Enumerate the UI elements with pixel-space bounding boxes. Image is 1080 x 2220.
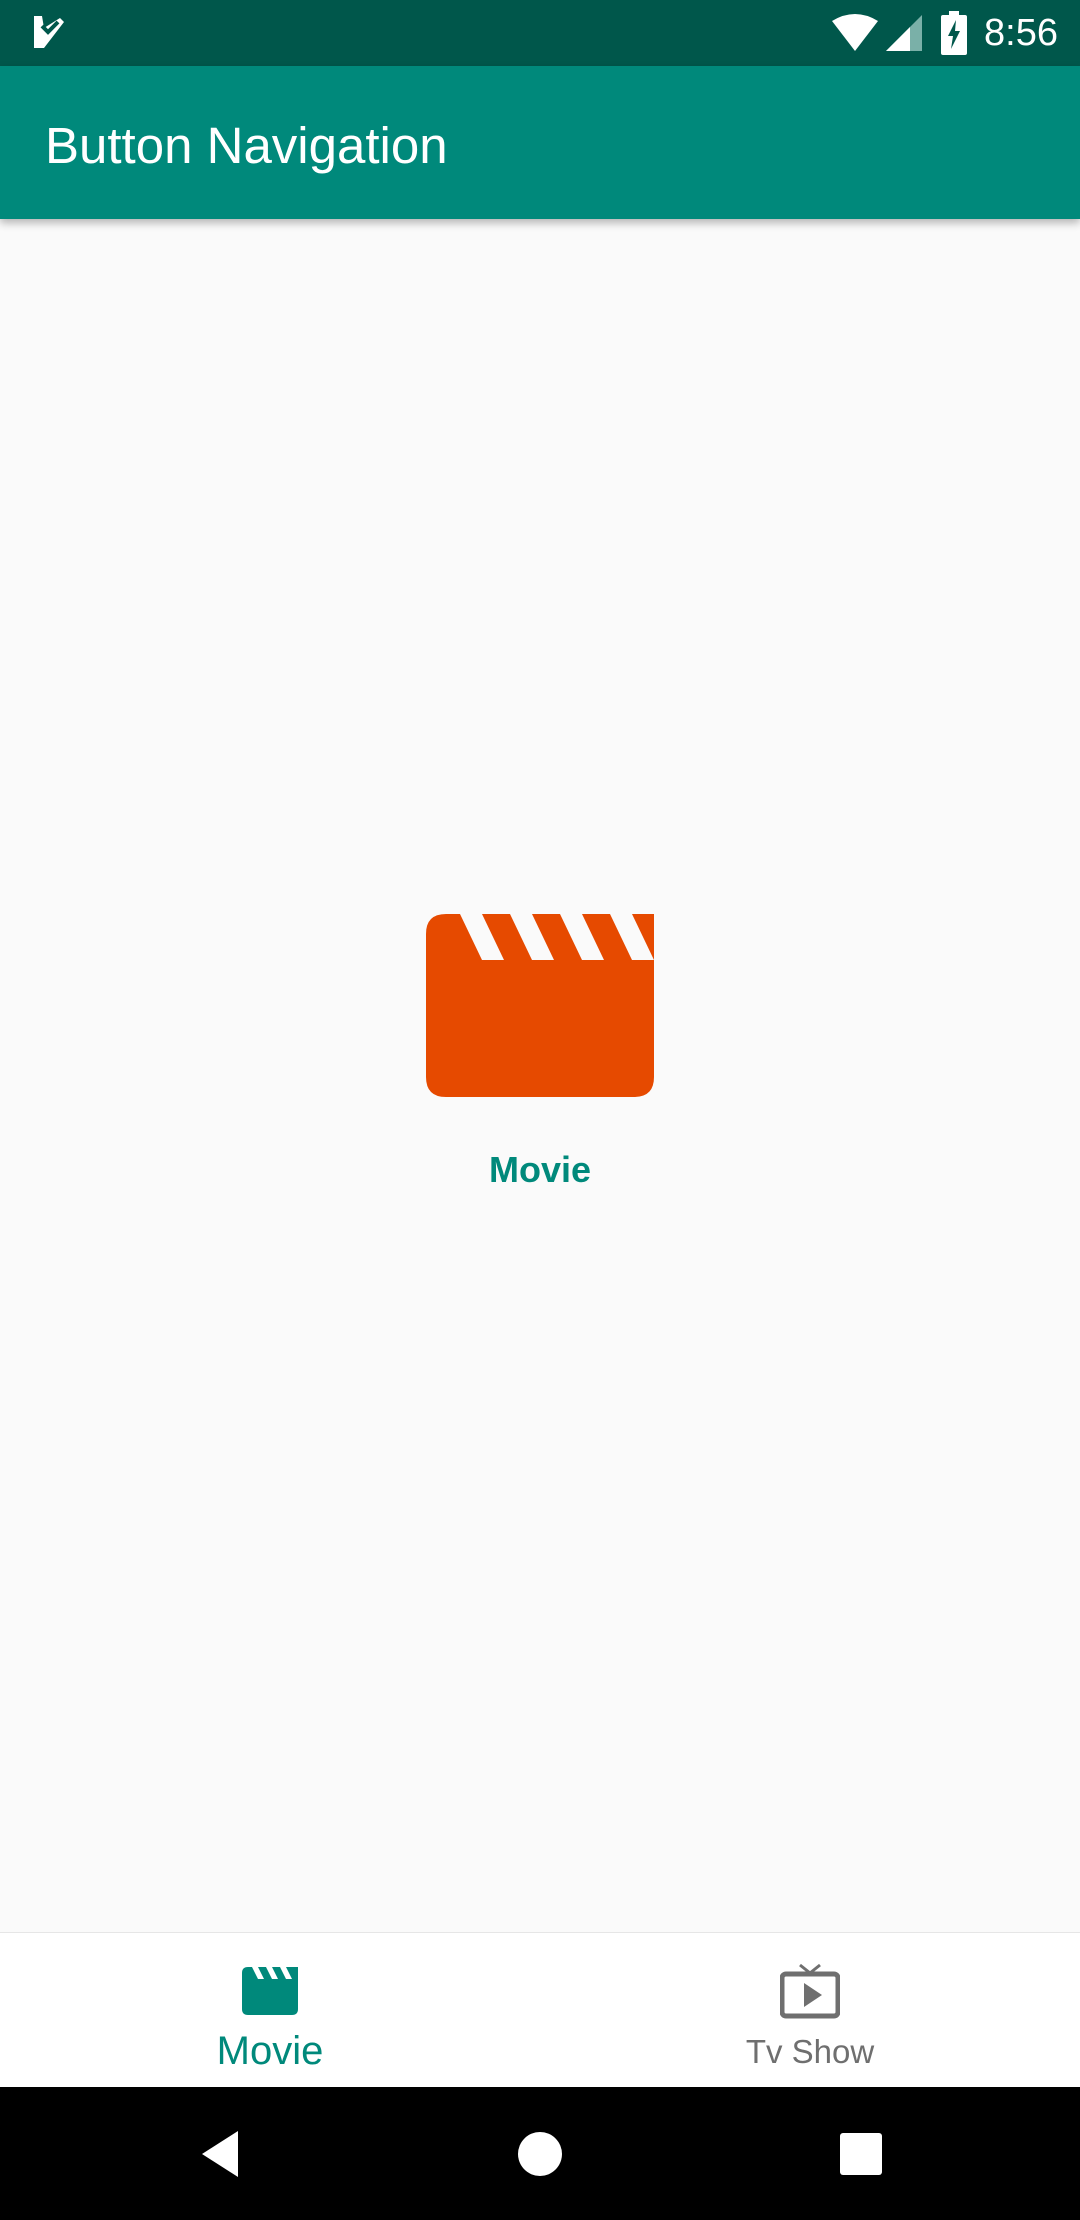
status-time: 8:56	[984, 11, 1058, 54]
recents-icon[interactable]	[832, 2125, 890, 2183]
home-icon[interactable]	[511, 2125, 569, 2183]
system-navigation-bar	[0, 2087, 1080, 2220]
bottom-nav-movie[interactable]: Movie	[0, 1933, 540, 2088]
status-icons: 8:56	[830, 0, 1058, 66]
battery-charging-icon	[941, 11, 968, 55]
content-label: Movie	[488, 1149, 592, 1190]
cellular-signal-icon	[886, 15, 923, 51]
app-bar: Button Navigation	[0, 66, 1080, 219]
app-bar-title: Button Navigation	[45, 117, 448, 174]
back-icon[interactable]	[192, 2125, 250, 2183]
wifi-icon	[832, 14, 879, 51]
bottom-nav-tv-show-label: Tv Show	[745, 2033, 875, 2070]
app-notification-icon	[34, 16, 64, 48]
bottom-nav-tv-show[interactable]: Tv Show	[540, 1933, 1080, 2088]
tv-show-icon	[780, 1963, 840, 2019]
screen: 8:56 Button Navigation Movie Movie Tv Sh…	[0, 0, 1080, 2220]
bottom-nav-movie-label: Movie	[216, 2029, 324, 2073]
bottom-navigation: Movie Tv Show	[0, 1932, 1080, 2088]
movie-clapperboard-icon	[426, 914, 654, 1097]
status-bar: 8:56	[0, 0, 1080, 66]
movie-icon	[242, 1967, 298, 2015]
main-content: Movie	[0, 219, 1080, 1932]
